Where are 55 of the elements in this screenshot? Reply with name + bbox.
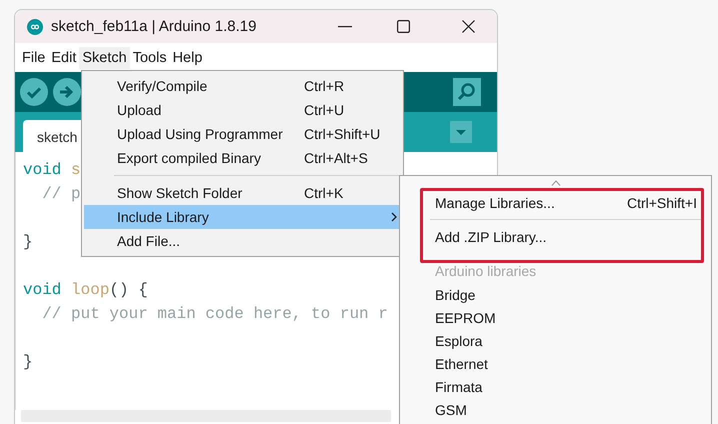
shortcut-label: Ctrl+U — [304, 102, 344, 118]
menu-item-label: Add .ZIP Library... — [435, 228, 547, 244]
menu-item[interactable]: Include Library — [84, 205, 401, 229]
menu-item-label: Upload — [117, 102, 162, 118]
menu-item-label: EEPROM — [435, 310, 496, 326]
code-line: } — [23, 233, 33, 251]
code-line: // put your main code here, to run r — [41, 305, 388, 323]
code-line: } — [23, 353, 33, 371]
menu-item[interactable]: Bridge — [400, 283, 711, 306]
menu-item[interactable]: Firmata — [400, 375, 711, 398]
shortcut-label: Ctrl+Alt+S — [304, 150, 368, 166]
maximize-icon[interactable] — [397, 20, 410, 33]
menu-item[interactable]: Add File... — [84, 229, 401, 253]
code-line: // p — [41, 185, 81, 203]
menu-item[interactable]: EEPROM — [400, 306, 711, 329]
menu-item[interactable]: Esplora — [400, 329, 711, 352]
menu-item[interactable]: Add .ZIP Library... — [400, 222, 711, 251]
chevron-right-icon — [391, 212, 397, 222]
menu-item-label: Add File... — [117, 233, 182, 249]
infinity-logo-icon — [27, 18, 43, 34]
menu-item-label: Export compiled Binary — [117, 150, 262, 166]
window-title: sketch_feb11a | Arduino 1.8.19 — [51, 18, 258, 35]
menu-item-label: GSM — [435, 402, 467, 418]
dropdown-icon[interactable] — [450, 121, 472, 143]
menu-item-label: Upload Using Programmer — [117, 126, 284, 142]
scroll-up-icon[interactable] — [551, 180, 561, 186]
verify-check-icon[interactable] — [20, 78, 48, 106]
menu-item-label: Verify/Compile — [117, 78, 208, 94]
menu-bar-item[interactable]: Help — [170, 46, 206, 68]
menu-item-label: Include Library — [117, 209, 210, 225]
shortcut-label: Ctrl+Shift+U — [304, 126, 380, 142]
close-icon[interactable] — [462, 20, 475, 33]
menu-item-label: Esplora — [435, 332, 482, 348]
menu-bar-item[interactable]: Sketch — [79, 46, 130, 68]
shortcut-label: Ctrl+K — [304, 185, 344, 201]
code-line: void loop() { — [23, 281, 148, 299]
minimize-icon[interactable] — [338, 26, 352, 28]
code-line: void s — [23, 161, 81, 179]
menu-item[interactable]: GSM — [400, 398, 711, 421]
menu-item[interactable]: Upload Ctrl+U — [84, 98, 401, 122]
search-icon[interactable] — [453, 78, 481, 106]
menu-bar-item[interactable]: Edit — [48, 46, 80, 68]
menu-bar-item[interactable]: File — [19, 46, 48, 68]
shortcut-label: Ctrl+R — [304, 78, 344, 94]
menu-item-label: Manage Libraries... — [435, 194, 555, 210]
menu-item-label: Bridge — [435, 286, 476, 302]
section-header: Arduino libraries — [434, 262, 538, 281]
shortcut-label: Ctrl+Shift+I — [626, 194, 697, 210]
menu-item[interactable]: Verify/Compile Ctrl+R — [84, 74, 401, 98]
menu-item[interactable]: Ethernet — [400, 352, 711, 375]
menu-item-label: Show Sketch Folder — [117, 185, 244, 201]
menu-item-label: Firmata — [435, 378, 482, 394]
menu-item[interactable]: Show Sketch Folder Ctrl+K — [84, 181, 401, 205]
menu-bar-item[interactable]: Tools — [130, 46, 170, 68]
menu-item-label: Ethernet — [435, 356, 488, 372]
